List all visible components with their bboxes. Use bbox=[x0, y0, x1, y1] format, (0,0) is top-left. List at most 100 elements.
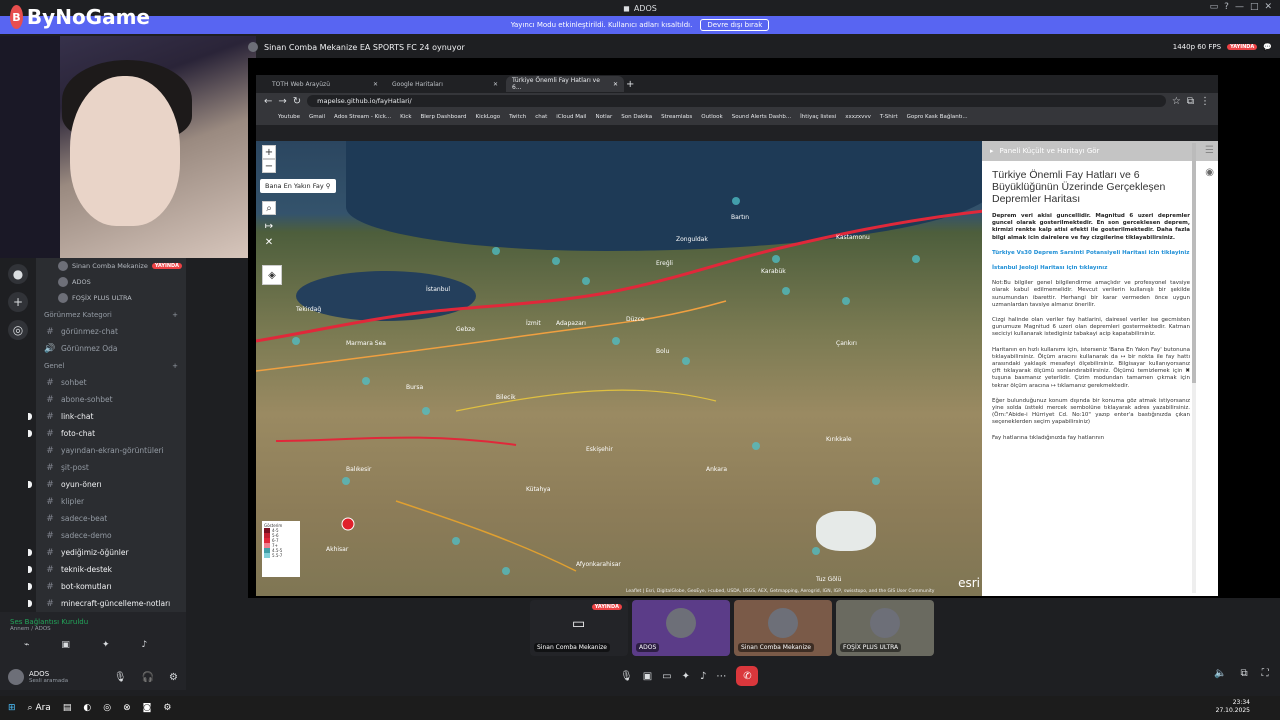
voice-user[interactable]: ADOS bbox=[36, 274, 186, 290]
browser-tab[interactable]: Google Haritaları ✕ bbox=[386, 76, 504, 92]
forward-icon[interactable]: → bbox=[278, 96, 286, 107]
earthquake-marker[interactable] bbox=[782, 287, 790, 295]
istanbul-geology-link[interactable]: İstanbul Jeoloji Haritası için tıklayını… bbox=[992, 265, 1190, 272]
earthquake-marker[interactable] bbox=[342, 477, 350, 485]
earthquake-marker[interactable] bbox=[912, 255, 920, 263]
earthquake-marker[interactable] bbox=[362, 377, 370, 385]
browser-tab[interactable]: TOTH Web Arayüzü ✕ bbox=[266, 76, 384, 92]
bookmark-item[interactable]: İhtiyaç listesi bbox=[800, 114, 836, 120]
earthquake-marker[interactable] bbox=[422, 407, 430, 415]
extensions-icon[interactable]: ⧉ bbox=[1187, 96, 1194, 107]
bookmark-item[interactable]: Kick bbox=[400, 114, 411, 120]
bookmark-item[interactable]: Streamlabs bbox=[661, 114, 692, 120]
reload-icon[interactable]: ↻ bbox=[293, 96, 301, 107]
channel-item[interactable]: # teknik-destek bbox=[28, 561, 186, 578]
channel-item[interactable]: # sohbet bbox=[36, 374, 186, 391]
channel-item[interactable]: # sadece-demo bbox=[36, 527, 186, 544]
activities-icon[interactable]: ✦ bbox=[682, 671, 690, 682]
fault-line[interactable] bbox=[275, 436, 517, 446]
chat-icon[interactable]: 💬 bbox=[1263, 43, 1272, 51]
earthquake-marker[interactable] bbox=[842, 297, 850, 305]
bookmark-item[interactable]: Twitch bbox=[509, 114, 526, 120]
url-field[interactable]: mapelse.github.io/fayHatlari/ bbox=[307, 95, 1166, 107]
soundboard-icon[interactable]: ♪ bbox=[700, 671, 706, 682]
earthquake-marker[interactable] bbox=[812, 547, 820, 555]
clear-icon[interactable]: ✕ bbox=[262, 235, 276, 249]
bookmark-item[interactable]: T-Shirt bbox=[880, 114, 898, 120]
menu-icon[interactable]: ⋮ bbox=[1200, 96, 1210, 107]
zoom-in-button[interactable]: + bbox=[262, 145, 276, 159]
camera-off-icon[interactable]: ▣ bbox=[643, 671, 652, 682]
discord-icon[interactable]: ◙ bbox=[143, 703, 152, 713]
voice-user[interactable]: Sinan Comba Mekanize YAYINDA bbox=[36, 258, 186, 274]
more-icon[interactable]: ⋯ bbox=[716, 671, 726, 682]
activities-icon[interactable]: ✦ bbox=[102, 640, 110, 650]
github-icon[interactable]: ◉ bbox=[1205, 167, 1214, 178]
fault-map[interactable]: Bartın Zonguldak Kastamonu Ereğli Karabük İst… bbox=[256, 141, 984, 596]
earthquake-marker[interactable] bbox=[502, 567, 510, 575]
bookmark-item[interactable]: Blerp Dashboard bbox=[421, 114, 467, 120]
bookmark-item[interactable]: Sound Alerts Dashb... bbox=[732, 114, 791, 120]
latest-earthquake-marker[interactable] bbox=[341, 517, 355, 531]
earthquake-marker[interactable] bbox=[492, 247, 500, 255]
chrome-icon[interactable]: ◎ bbox=[103, 703, 111, 713]
avatar[interactable] bbox=[8, 669, 24, 685]
collapse-panel-button[interactable]: ▸ Paneli Küçült ve Haritayı Gör bbox=[982, 141, 1218, 161]
channel-item[interactable]: # bot-komutları bbox=[28, 578, 186, 595]
soundboard-icon[interactable]: ♪ bbox=[141, 640, 147, 650]
screen-share-icon[interactable]: ▭ bbox=[662, 671, 671, 682]
vs30-link[interactable]: Türkiye Vs30 Deprem Sarsinti Potansiyeli… bbox=[992, 250, 1190, 257]
edge-icon[interactable]: ◐ bbox=[83, 703, 91, 713]
close-button[interactable]: ✕ bbox=[1264, 2, 1272, 12]
bookmark-item[interactable]: Gmail bbox=[309, 114, 325, 120]
inbox-icon[interactable]: ▭ bbox=[1210, 2, 1219, 12]
clock[interactable]: 23:34 27.10.2025 bbox=[1216, 699, 1250, 715]
fault-line[interactable] bbox=[455, 389, 717, 412]
channel-item[interactable]: # sadece-beat bbox=[36, 510, 186, 527]
noise-suppression-icon[interactable]: ⌁ bbox=[24, 640, 29, 650]
mic-icon[interactable]: 🎙 bbox=[620, 671, 633, 682]
nearest-fault-button[interactable]: Bana En Yakın Fay ⚲ bbox=[260, 179, 336, 193]
channel-item[interactable]: 🔊 Görünmez Oda bbox=[36, 340, 186, 357]
bookmark-item[interactable]: Son Dakika bbox=[621, 114, 652, 120]
zoom-out-button[interactable]: − bbox=[262, 159, 276, 173]
volume-icon[interactable]: 🔈 bbox=[1214, 668, 1226, 679]
disconnect-button[interactable]: ✆ bbox=[736, 666, 759, 686]
channel-item[interactable]: # foto-chat bbox=[28, 425, 186, 442]
channel-item[interactable]: # klipler bbox=[36, 493, 186, 510]
category-general[interactable]: Genel + bbox=[36, 357, 186, 374]
mic-icon[interactable]: 🎙 bbox=[114, 672, 127, 683]
earthquake-marker[interactable] bbox=[772, 255, 780, 263]
add-channel-icon[interactable]: + bbox=[172, 362, 178, 370]
bookmark-item[interactable]: Gopro Kask Bağlantı... bbox=[907, 114, 968, 120]
close-tab-icon[interactable]: ✕ bbox=[373, 81, 378, 88]
maximize-button[interactable]: □ bbox=[1250, 2, 1259, 12]
bookmark-item[interactable]: Ados Stream - Kick... bbox=[334, 114, 391, 120]
earthquake-marker[interactable] bbox=[612, 337, 620, 345]
camera-icon[interactable]: ▣ bbox=[61, 640, 70, 650]
new-tab-icon[interactable]: + bbox=[626, 79, 634, 90]
server-icon[interactable]: ● bbox=[8, 264, 28, 284]
close-tab-icon[interactable]: ✕ bbox=[493, 81, 498, 88]
channel-item[interactable]: # oyun-önerı bbox=[28, 476, 186, 493]
layers-icon[interactable]: ◈ bbox=[262, 265, 282, 285]
category-hidden[interactable]: Görünmez Kategori + bbox=[36, 306, 186, 323]
measure-icon[interactable]: ↦ bbox=[262, 219, 276, 233]
close-tab-icon[interactable]: ✕ bbox=[613, 81, 618, 88]
channel-item[interactable]: # şit-post bbox=[36, 459, 186, 476]
earthquake-marker[interactable] bbox=[872, 477, 880, 485]
bookmark-item[interactable]: iCloud Mail bbox=[556, 114, 586, 120]
fault-line[interactable] bbox=[395, 500, 577, 572]
earthquake-marker[interactable] bbox=[582, 277, 590, 285]
channel-item[interactable]: # görünmez-chat bbox=[36, 323, 186, 340]
files-icon[interactable]: ▤ bbox=[63, 703, 72, 713]
fault-line[interactable] bbox=[256, 209, 984, 343]
minimize-button[interactable]: — bbox=[1235, 2, 1244, 12]
headphones-icon[interactable]: 🎧 bbox=[142, 672, 154, 683]
fullscreen-icon[interactable]: ⛶ bbox=[1262, 668, 1269, 679]
earthquake-marker[interactable] bbox=[752, 442, 760, 450]
earthquake-marker[interactable] bbox=[732, 197, 740, 205]
popout-icon[interactable]: ⧉ bbox=[1240, 668, 1247, 679]
steam-icon[interactable]: ⚙ bbox=[163, 703, 171, 713]
back-icon[interactable]: ← bbox=[264, 96, 272, 107]
